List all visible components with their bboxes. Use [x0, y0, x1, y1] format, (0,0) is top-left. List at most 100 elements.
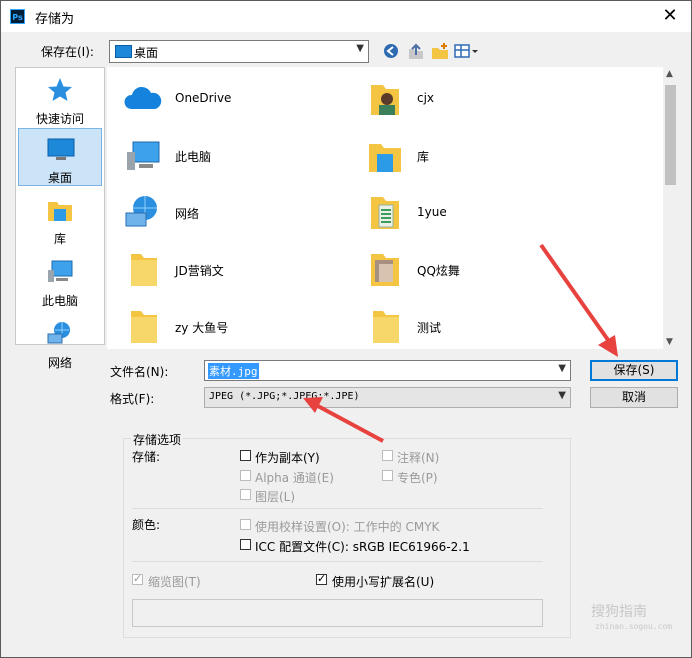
- list-item-qq[interactable]: QQ炫舞: [357, 244, 557, 294]
- chevron-down-icon[interactable]: ▼: [558, 363, 566, 374]
- save-in-dropdown[interactable]: 桌面 ▼: [109, 40, 369, 63]
- new-folder-icon[interactable]: [429, 41, 451, 61]
- file-list: OneDrive cjx 此电脑 库 网络 1yue JD营销文 QQ炫舞 zy…: [107, 67, 678, 349]
- folder-icon: [131, 311, 157, 343]
- format-label: 格式(F):: [110, 392, 155, 406]
- sidebar-item-library[interactable]: 库: [18, 190, 102, 248]
- alpha-channel-label: Alpha 通道(E): [255, 471, 334, 485]
- window-title: 存储为: [35, 12, 75, 27]
- list-item-jd[interactable]: JD营销文: [115, 244, 315, 294]
- spot-color-label: 专色(P): [397, 471, 438, 485]
- folder-icon: [373, 311, 399, 343]
- sidebar-item-label: 此电脑: [41, 294, 78, 308]
- view-menu-icon[interactable]: [453, 41, 481, 61]
- sidebar-item-label: 网络: [47, 356, 72, 370]
- desktop-icon: [115, 45, 132, 58]
- list-item-test[interactable]: 测试: [357, 301, 557, 351]
- list-item-cjx[interactable]: cjx: [357, 73, 557, 123]
- desktop-icon: [47, 138, 75, 160]
- close-icon[interactable]: ✕: [657, 4, 683, 28]
- list-item-name: OneDrive: [175, 91, 232, 105]
- photoshop-icon: Ps: [10, 9, 25, 24]
- sidebar-item-label: 库: [53, 232, 66, 246]
- thumbnail-checkbox[interactable]: [132, 572, 143, 585]
- folder-icon: [131, 254, 157, 286]
- list-item-network[interactable]: 网络: [115, 187, 315, 237]
- filename-label: 文件名(N):: [110, 365, 169, 379]
- scroll-down-icon[interactable]: ▼: [666, 337, 673, 347]
- folder-icon: [371, 197, 399, 229]
- save-in-value: 桌面: [134, 46, 159, 60]
- scroll-up-icon[interactable]: ▲: [666, 69, 673, 79]
- proof-setup-checkbox[interactable]: [240, 519, 251, 530]
- sidebar-item-this-pc[interactable]: 此电脑: [18, 252, 102, 310]
- list-item-name: QQ炫舞: [417, 264, 460, 278]
- thumbnail-label: 缩览图(T): [148, 575, 201, 589]
- divider: [132, 508, 543, 509]
- chevron-down-icon: ▼: [558, 390, 566, 401]
- onedrive-icon: [124, 86, 162, 109]
- notes-label: 注释(N): [397, 451, 440, 465]
- computer-icon: [127, 141, 160, 170]
- list-item-name: JD营销文: [175, 264, 224, 278]
- sidebar-item-label: 快速访问: [35, 112, 84, 126]
- network-icon: [125, 196, 157, 227]
- sidebar-item-desktop[interactable]: 桌面: [18, 128, 102, 186]
- list-item-name: 测试: [417, 321, 442, 335]
- list-item-name: 1yue: [417, 205, 447, 219]
- list-item-name: 网络: [175, 207, 200, 221]
- list-item-library[interactable]: 库: [357, 130, 557, 180]
- list-item-name: 此电脑: [175, 150, 212, 164]
- chevron-down-icon: ▼: [356, 43, 364, 54]
- watermark-logo: 搜狗指南: [591, 604, 647, 620]
- icc-profile-label: ICC 配置文件(C): sRGB IEC61966-2.1: [255, 540, 470, 554]
- watermark-url: zhinan.sogou.com: [595, 622, 673, 631]
- library-icon: [369, 144, 401, 172]
- file-list-scrollbar[interactable]: ▲ ▼: [663, 67, 678, 349]
- user-folder-icon: [371, 85, 399, 115]
- lowercase-extension-checkbox[interactable]: [316, 572, 327, 585]
- filename-input[interactable]: 素材.jpg ▼: [204, 360, 571, 381]
- layers-checkbox[interactable]: [240, 489, 251, 500]
- sidebar-item-quick-access[interactable]: 快速访问: [18, 70, 102, 128]
- library-icon: [48, 202, 72, 221]
- filename-value: 素材.jpg: [208, 363, 259, 379]
- format-dropdown[interactable]: JPEG (*.JPG;*.JPEG;*.JPE) ▼: [204, 387, 571, 408]
- layers-label: 图层(L): [255, 490, 296, 504]
- proof-setup-label: 使用校样设置(O): 工作中的 CMYK: [255, 520, 440, 534]
- save-options-title: 存储选项: [131, 431, 184, 448]
- alpha-channel-checkbox[interactable]: [240, 470, 251, 481]
- scrollbar-thumb[interactable]: [665, 85, 676, 185]
- list-item-name: zy 大鱼号: [175, 321, 229, 335]
- list-item-zy[interactable]: zy 大鱼号: [115, 301, 315, 351]
- storage-label: 存储:: [132, 450, 161, 464]
- format-value: JPEG (*.JPG;*.JPEG;*.JPE): [209, 391, 360, 402]
- computer-icon: [48, 260, 73, 282]
- list-item-1yue[interactable]: 1yue: [357, 187, 557, 237]
- network-icon: [47, 322, 70, 344]
- lowercase-extension-label: 使用小写扩展名(U): [332, 575, 435, 589]
- save-in-label: 保存在(I):: [41, 45, 94, 59]
- list-item-name: cjx: [417, 91, 435, 105]
- sidebar-item-network[interactable]: 网络: [18, 314, 102, 372]
- save-as-dialog: Ps 存储为 ✕ 保存在(I): 桌面 ▼ 快速访问 桌面 库 此电脑 网络 O…: [0, 0, 692, 658]
- cancel-button[interactable]: 取消: [590, 387, 678, 408]
- back-icon[interactable]: [381, 41, 403, 61]
- list-item-this-pc[interactable]: 此电脑: [115, 130, 315, 180]
- folder-icon: [371, 254, 399, 286]
- places-sidebar: 快速访问 桌面 库 此电脑 网络: [15, 67, 105, 370]
- list-item-name: 库: [417, 150, 430, 164]
- notes-checkbox[interactable]: [382, 450, 393, 461]
- as-copy-label: 作为副本(Y): [255, 451, 320, 465]
- list-item-onedrive[interactable]: OneDrive: [115, 73, 315, 123]
- spot-color-checkbox[interactable]: [382, 470, 393, 481]
- save-button[interactable]: 保存(S): [590, 360, 678, 381]
- up-folder-icon[interactable]: [405, 41, 427, 61]
- title-bar: Ps 存储为 ✕: [1, 1, 691, 32]
- as-copy-checkbox[interactable]: [240, 450, 251, 461]
- icc-profile-checkbox[interactable]: [240, 539, 251, 550]
- star-icon: [48, 78, 72, 101]
- sidebar-item-label: 桌面: [47, 171, 72, 185]
- warning-message-box: [132, 599, 543, 627]
- divider: [132, 561, 543, 562]
